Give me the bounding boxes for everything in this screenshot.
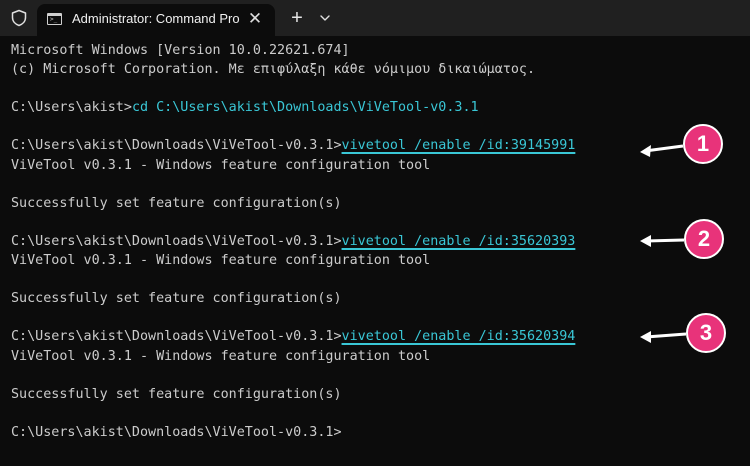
arrow-1-head bbox=[640, 145, 651, 157]
arrow-3 bbox=[645, 332, 687, 339]
callout-badge-2: 2 bbox=[684, 219, 724, 259]
arrow-2 bbox=[645, 238, 685, 243]
annotation-arrows bbox=[640, 144, 687, 343]
arrow-3-head bbox=[640, 331, 651, 343]
callout-badge-1: 1 bbox=[683, 124, 723, 164]
arrow-2-head bbox=[640, 235, 651, 247]
callout-badge-3: 3 bbox=[686, 313, 726, 353]
